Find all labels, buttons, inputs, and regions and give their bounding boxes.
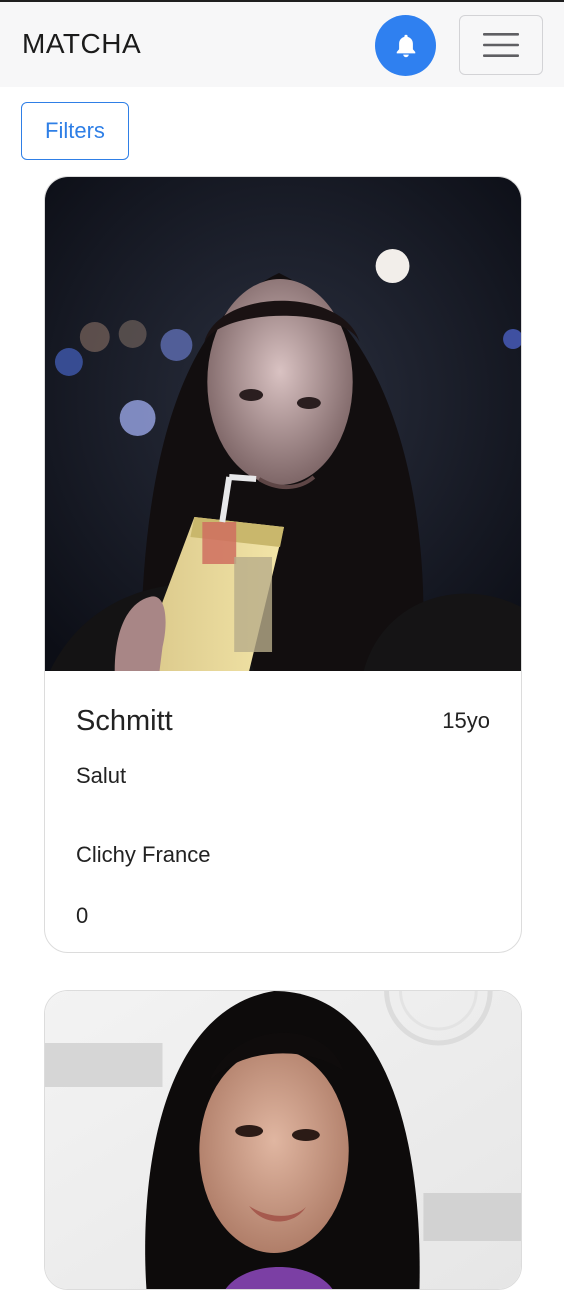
notifications-button[interactable] — [375, 15, 436, 76]
profile-photo[interactable] — [45, 177, 521, 671]
menu-toggle-button[interactable] — [459, 15, 543, 75]
profile-age: 15yo — [442, 708, 490, 733]
profile-location: Clichy France — [76, 842, 211, 867]
profile-photo[interactable] — [45, 991, 521, 1290]
profile-bio: Salut — [76, 763, 127, 788]
profile-name: Schmitt — [76, 705, 173, 737]
hamburger-menu-icon — [483, 33, 519, 57]
filters-button[interactable]: Filters — [21, 102, 129, 160]
profile-card[interactable]: Schmitt 15yo Salut Clichy France 0 — [44, 176, 522, 953]
profile-score: 0 — [76, 903, 89, 928]
profile-card[interactable] — [44, 990, 522, 1290]
brand-logo[interactable]: MATCHA — [22, 28, 141, 60]
navbar: MATCHA — [0, 2, 564, 87]
bell-icon — [396, 34, 415, 57]
